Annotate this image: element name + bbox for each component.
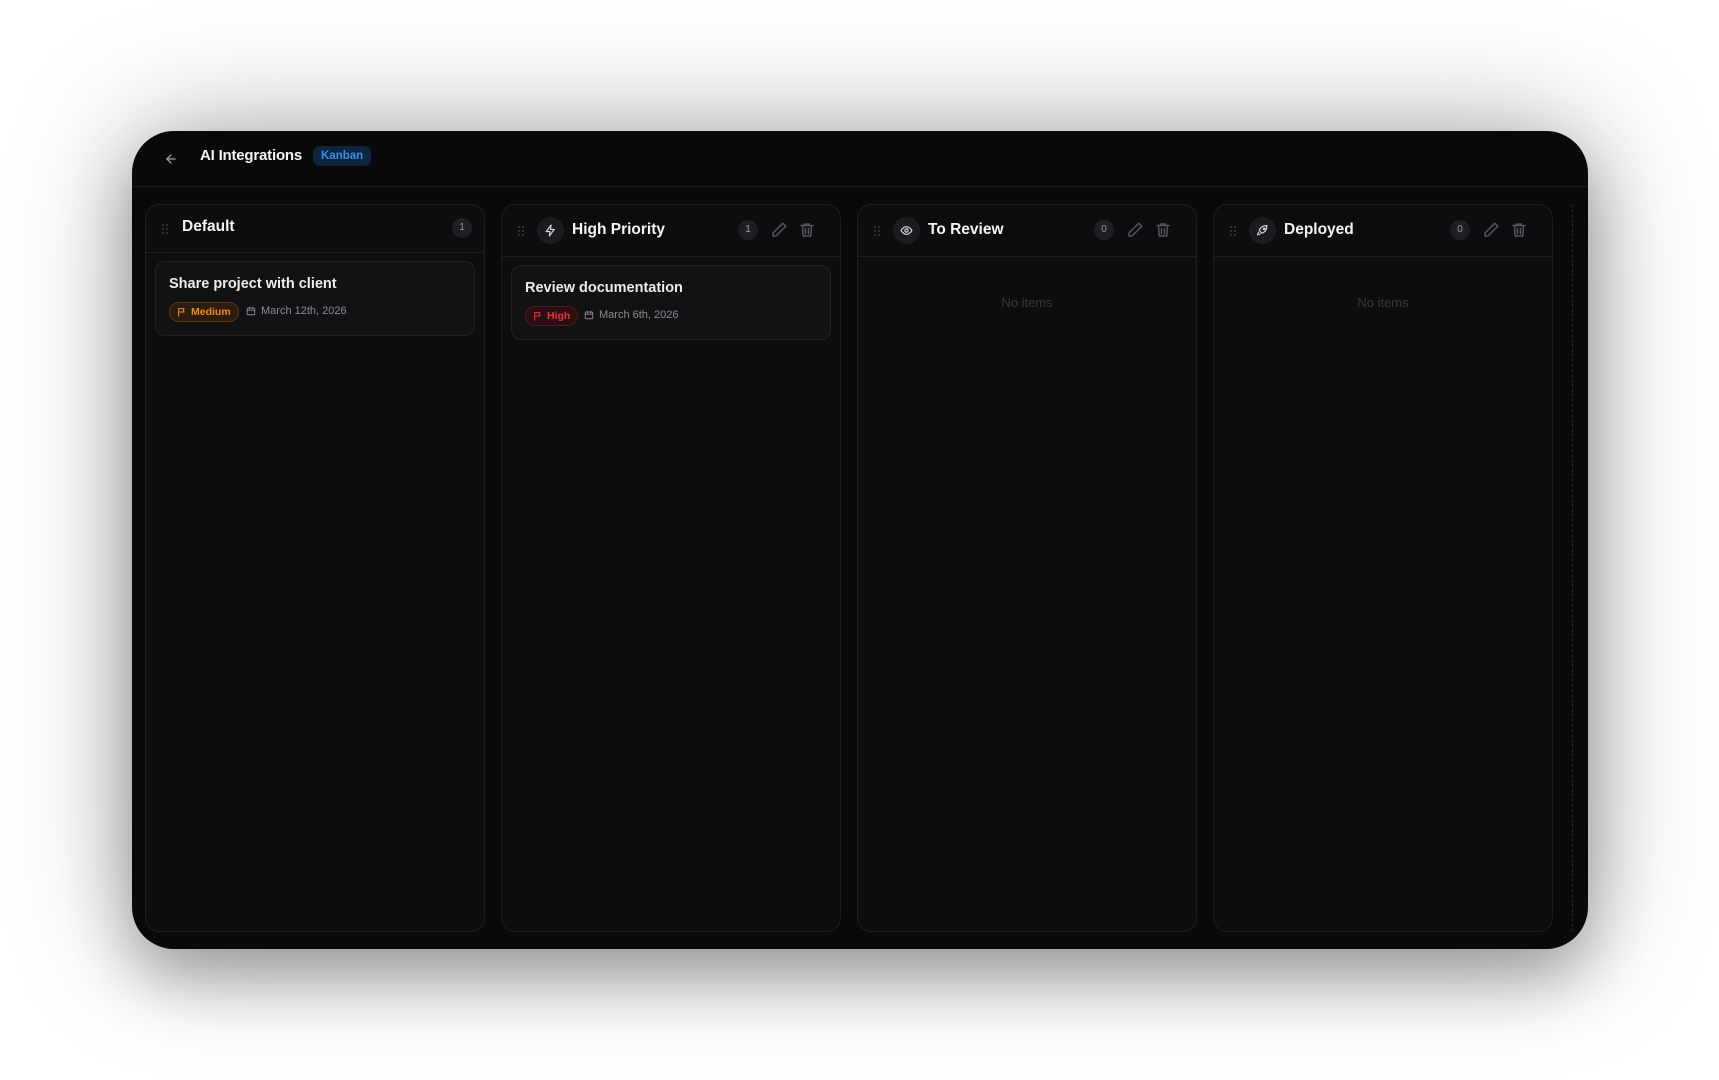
bolt-icon xyxy=(545,224,555,237)
priority-label: High xyxy=(547,310,571,322)
due-date: March 12th, 2026 xyxy=(246,305,347,317)
column-header: To Review 0 xyxy=(858,205,1196,257)
card-title: Review documentation xyxy=(525,280,683,296)
edit-column-button[interactable] xyxy=(770,221,788,239)
view-badge[interactable]: Kanban xyxy=(313,146,372,166)
column-header: Default 1 xyxy=(146,205,484,253)
eye-icon xyxy=(900,226,913,235)
column-title: Deployed xyxy=(1284,221,1354,238)
empty-state-text: No items xyxy=(1001,295,1053,310)
card-title: Share project with client xyxy=(169,276,337,292)
item-count-badge: 1 xyxy=(452,218,472,238)
flag-icon xyxy=(534,312,541,321)
back-button[interactable] xyxy=(160,148,182,170)
drag-handle-icon[interactable] xyxy=(517,225,525,237)
column-to-review: To Review 0 No items xyxy=(857,204,1197,932)
delete-column-button[interactable] xyxy=(1510,221,1528,239)
column-high-priority: High Priority 1 Review documentation Hig… xyxy=(501,204,841,932)
item-count-badge: 0 xyxy=(1450,220,1470,240)
due-date: March 6th, 2026 xyxy=(584,309,679,321)
column-deployed: Deployed 0 No items xyxy=(1213,204,1553,932)
item-count-badge: 1 xyxy=(738,220,758,240)
task-card[interactable]: Share project with client Medium March 1… xyxy=(155,261,475,336)
top-bar: AI Integrations Kanban xyxy=(132,131,1588,187)
column-header: Deployed 0 xyxy=(1214,205,1552,257)
edit-column-button[interactable] xyxy=(1482,221,1500,239)
column-default: Default 1 Share project with client Medi… xyxy=(145,204,485,932)
delete-column-button[interactable] xyxy=(1154,221,1172,239)
arrow-left-icon xyxy=(166,154,176,164)
calendar-icon xyxy=(584,310,594,320)
flag-icon xyxy=(178,308,185,317)
drag-handle-icon[interactable] xyxy=(873,225,881,237)
rocket-icon xyxy=(1257,225,1268,236)
priority-badge: High xyxy=(525,306,579,326)
app-window: AI Integrations Kanban Default 1 Share p… xyxy=(132,131,1588,949)
empty-state-text: No items xyxy=(1357,295,1409,310)
add-column-area[interactable] xyxy=(1572,204,1588,932)
column-icon xyxy=(1249,217,1276,244)
column-title: To Review xyxy=(928,221,1004,238)
drag-handle-icon[interactable] xyxy=(1229,225,1237,237)
drag-handle-icon[interactable] xyxy=(161,223,169,235)
priority-badge: Medium xyxy=(169,302,239,322)
due-date-text: March 6th, 2026 xyxy=(599,309,679,321)
column-header: High Priority 1 xyxy=(502,205,840,257)
column-icon xyxy=(537,217,564,244)
task-card[interactable]: Review documentation High March 6th, 202… xyxy=(511,265,831,340)
due-date-text: March 12th, 2026 xyxy=(261,305,347,317)
calendar-icon xyxy=(246,306,256,316)
column-title: High Priority xyxy=(572,221,666,238)
column-icon xyxy=(893,217,920,244)
priority-label: Medium xyxy=(191,306,231,318)
edit-column-button[interactable] xyxy=(1126,221,1144,239)
item-count-badge: 0 xyxy=(1094,220,1114,240)
delete-column-button[interactable] xyxy=(798,221,816,239)
column-title: Default xyxy=(182,218,235,235)
page-title: AI Integrations xyxy=(200,147,303,164)
